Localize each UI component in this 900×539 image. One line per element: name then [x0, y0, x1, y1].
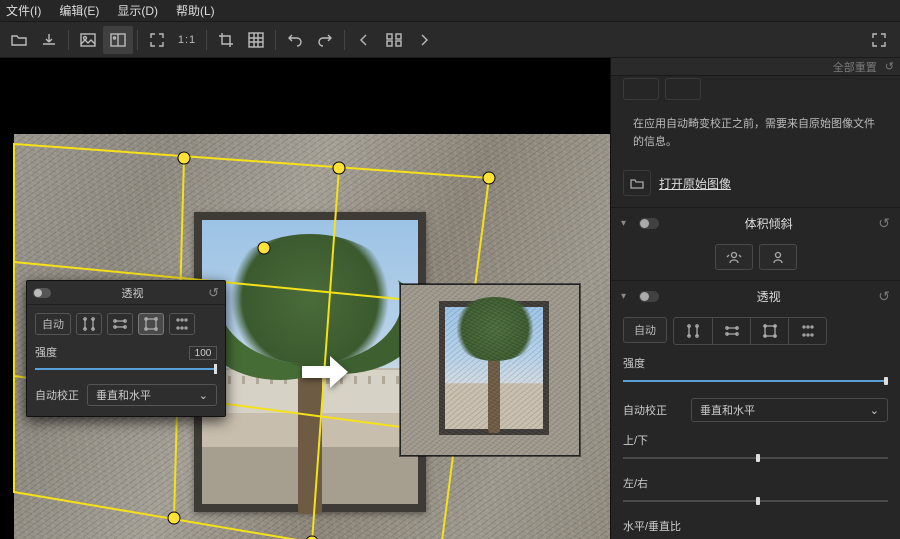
chevron-down-icon: ⌄ [870, 404, 879, 417]
popup-intensity-value[interactable]: 100 [189, 346, 217, 360]
popup-autocorrect-label: 自动校正 [35, 387, 79, 403]
toolbar: 1:1 [0, 22, 900, 58]
open-folder-button[interactable] [4, 26, 34, 54]
menu-view[interactable]: 显示(D) [117, 2, 158, 19]
popup-mode-auto[interactable]: 自动 [35, 313, 71, 335]
section-volume-tilt: ▾ 体积倾斜 ↺ [611, 207, 900, 280]
grid-icon[interactable] [241, 26, 271, 54]
export-button[interactable] [34, 26, 64, 54]
zoom-1to1-button[interactable]: 1:1 [172, 26, 202, 54]
corrected-preview [400, 284, 580, 456]
autocorrect-select[interactable]: 垂直和水平 ⌄ [691, 398, 888, 422]
section-reset-icon[interactable]: ↺ [878, 288, 890, 305]
leftright-label: 左/右 [623, 475, 648, 491]
crop-icon[interactable] [211, 26, 241, 54]
perspective-mode-group [673, 317, 827, 345]
popup-mode-horizontal-icon[interactable] [107, 313, 133, 335]
menu-bar: 文件(I) 编辑(E) 显示(D) 帮助(L) [0, 0, 900, 22]
fullscreen-button[interactable] [864, 26, 894, 54]
volume-mode-b-icon[interactable] [759, 244, 797, 270]
menu-edit[interactable]: 编辑(E) [59, 2, 99, 19]
collapse-toggle[interactable]: ▾ [621, 291, 631, 302]
popup-autocorrect-select[interactable]: 垂直和水平 ⌄ [87, 384, 217, 406]
collapse-toggle[interactable]: ▾ [621, 218, 631, 229]
intensity-label: 强度 [623, 355, 645, 371]
fit-screen-icon[interactable] [142, 26, 172, 54]
section-enable-toggle[interactable] [639, 291, 659, 302]
redo-button[interactable] [310, 26, 340, 54]
folder-icon [623, 170, 651, 196]
mode-rectangle-icon[interactable] [750, 318, 788, 344]
reset-all-button[interactable]: 全部重置 [833, 59, 877, 75]
preset-slot-1[interactable] [623, 78, 659, 100]
updown-label: 上/下 [623, 432, 648, 448]
intensity-slider[interactable] [623, 374, 888, 388]
section-title: 体积倾斜 [667, 215, 870, 232]
menu-file[interactable]: 文件(I) [6, 2, 41, 19]
popup-enable-toggle[interactable] [33, 288, 51, 298]
section-perspective: ▾ 透视 ↺ 自动 [611, 280, 900, 539]
menu-help[interactable]: 帮助(L) [176, 2, 215, 19]
single-image-icon[interactable] [73, 26, 103, 54]
preset-slot-2[interactable] [665, 78, 701, 100]
popup-mode-rectangle-icon[interactable] [138, 313, 164, 335]
reset-all-icon[interactable]: ↺ [885, 60, 894, 73]
popup-mode-8point-icon[interactable] [169, 313, 195, 335]
thumbnails-icon[interactable] [379, 26, 409, 54]
image-canvas[interactable]: 透视 ↺ 自动 强度 100 [0, 58, 610, 539]
section-enable-toggle[interactable] [639, 218, 659, 229]
section-reset-icon[interactable]: ↺ [878, 215, 890, 232]
compare-image-icon[interactable] [103, 26, 133, 54]
mode-horizontal-icon[interactable] [712, 318, 750, 344]
leftright-slider[interactable] [623, 494, 888, 508]
popup-intensity-label: 强度 [35, 344, 57, 360]
section-title: 透视 [667, 288, 870, 305]
hvratio-label: 水平/垂直比 [623, 518, 681, 534]
chevron-down-icon: ⌄ [199, 389, 208, 402]
mode-8point-icon[interactable] [788, 318, 826, 344]
next-image-button[interactable] [409, 26, 439, 54]
popup-mode-vertical-icon[interactable] [76, 313, 102, 335]
undo-button[interactable] [280, 26, 310, 54]
perspective-popup[interactable]: 透视 ↺ 自动 强度 100 [26, 280, 226, 417]
perspective-auto-button[interactable]: 自动 [623, 317, 667, 343]
side-panel: 全部重置 ↺ 在应用自动畸变校正之前，需要来自原始图像文件的信息。 打开原始图像… [610, 58, 900, 539]
intensity-value[interactable] [854, 355, 888, 371]
popup-intensity-slider[interactable]: 100 [35, 362, 217, 376]
volume-mode-a-icon[interactable] [715, 244, 753, 270]
popup-title: 透视 [57, 285, 208, 301]
autocorrect-label: 自动校正 [623, 402, 681, 418]
prev-image-button[interactable] [349, 26, 379, 54]
updown-slider[interactable] [623, 451, 888, 465]
mode-vertical-icon[interactable] [674, 318, 712, 344]
distortion-info-message: 在应用自动畸变校正之前，需要来自原始图像文件的信息。 [623, 108, 888, 161]
arrow-icon [298, 352, 352, 392]
open-original-link[interactable]: 打开原始图像 [659, 175, 731, 192]
popup-reset-icon[interactable]: ↺ [208, 285, 219, 301]
